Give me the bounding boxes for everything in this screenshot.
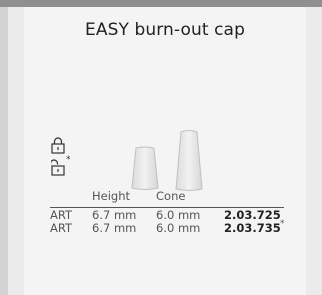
table-header: Height Cone: [24, 189, 306, 205]
row-type: ART: [50, 208, 73, 222]
column-header-height: Height: [92, 189, 131, 203]
column-header-cone: Cone: [156, 189, 186, 203]
table-row: ART 6.7 mm 6.0 mm 2.03.725: [24, 208, 306, 222]
top-bar: [0, 0, 322, 7]
row-asterisk: *: [280, 219, 285, 229]
lock-closed-icon: [51, 137, 65, 154]
product-title: EASY burn-out cap: [85, 20, 245, 40]
row-height: 6.7 mm: [92, 221, 137, 235]
product-card: EASY burn-out cap * Height Cone ART 6.7 …: [24, 7, 306, 295]
row-type: ART: [50, 221, 73, 235]
left-margin-bar: [0, 7, 8, 295]
burn-out-cap-tall-image: [175, 130, 203, 191]
unlocked-asterisk: *: [66, 155, 71, 165]
row-article-code: 2.03.725: [224, 208, 281, 222]
table-row: ART 6.7 mm 6.0 mm 2.03.735 *: [24, 219, 306, 235]
row-height: 6.7 mm: [92, 208, 137, 222]
lock-open-icon: [51, 159, 65, 176]
row-article-code: 2.03.735: [224, 221, 281, 235]
burn-out-cap-short-image: [131, 146, 159, 190]
page-frame: EASY burn-out cap * Height Cone ART 6.7 …: [0, 0, 322, 295]
row-cone: 6.0 mm: [156, 221, 201, 235]
row-cone: 6.0 mm: [156, 208, 201, 222]
